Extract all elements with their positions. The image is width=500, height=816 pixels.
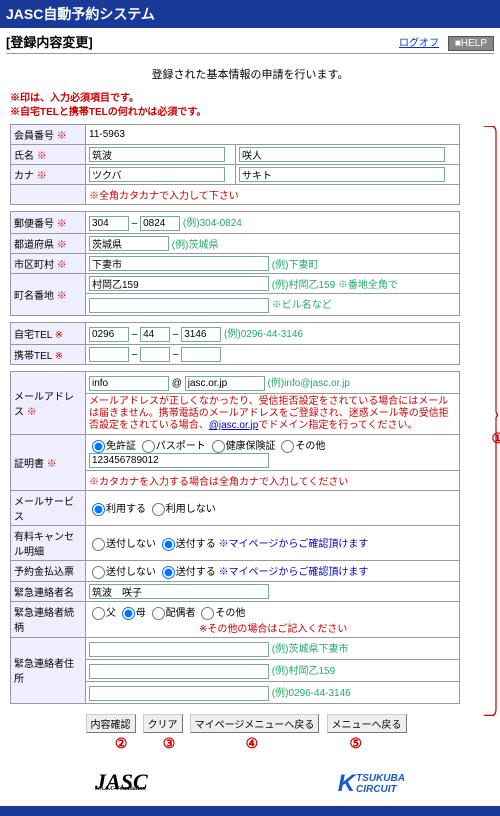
form-block-basic: 会員番号 ※ 11-5963 氏名 ※ カナ ※ ※全角カタカナで入力して下さい xyxy=(10,124,460,205)
input-telm2[interactable] xyxy=(140,347,170,362)
input-id-number[interactable] xyxy=(89,453,269,468)
input-mail-domain[interactable] xyxy=(185,376,265,391)
hint-emerg-pref: (例)茨城県下妻市 xyxy=(272,644,349,655)
input-city[interactable] xyxy=(89,256,269,271)
warning-tel: ※自宅TELと携帯TELの何れかは必須です。 xyxy=(10,106,490,120)
marker-1: ① xyxy=(491,430,500,447)
value-member-no: 11-5963 xyxy=(89,129,125,140)
marker-2: ② xyxy=(96,735,146,752)
hint-emerg-tel: (例)0296-44-3146 xyxy=(272,688,351,699)
input-postal2[interactable] xyxy=(140,216,180,231)
radio-pp-1[interactable] xyxy=(92,566,105,579)
input-building[interactable] xyxy=(89,298,269,313)
label-tel-mobile: 携帯TEL xyxy=(14,351,52,362)
input-telm3[interactable] xyxy=(181,347,221,362)
radio-rel-3[interactable] xyxy=(152,607,165,620)
radio-cd-2[interactable] xyxy=(162,538,175,551)
input-telh2[interactable] xyxy=(140,327,170,342)
input-pref[interactable] xyxy=(89,236,169,251)
radio-id-4[interactable] xyxy=(281,440,294,453)
radio-id-2[interactable] xyxy=(142,440,155,453)
label-emerg-name: 緊急連絡者名 xyxy=(14,588,74,599)
radio-rel-1[interactable] xyxy=(92,607,105,620)
mail-domain-link[interactable]: @jasc.or.jp xyxy=(209,420,259,431)
clear-button[interactable]: クリア xyxy=(143,714,183,733)
section-bracket xyxy=(484,126,498,716)
radio-id-1[interactable] xyxy=(92,440,105,453)
form-block-address: 郵便番号 ※ – (例)304-0824 都道府県 ※ (例)茨城県 市区町村 … xyxy=(10,211,460,316)
input-emerg-name[interactable] xyxy=(89,584,269,599)
input-emerg-addr[interactable] xyxy=(89,664,269,679)
page-subtitle: [登録内容変更] xyxy=(6,32,93,51)
label-city: 市区町村 xyxy=(14,260,54,271)
label-postal: 郵便番号 xyxy=(14,219,54,230)
radio-ms-2[interactable] xyxy=(152,503,165,516)
input-telm1[interactable] xyxy=(89,347,129,362)
label-cancel-detail: 有料キャンセル明細 xyxy=(14,532,74,558)
tsukuba-circuit-logo: K TSUKUBACIRCUIT xyxy=(338,770,405,798)
marker-4: ④ xyxy=(192,735,312,752)
hint-pref: (例)茨城県 xyxy=(172,240,219,251)
input-name-mei[interactable] xyxy=(239,147,445,162)
input-telh1[interactable] xyxy=(89,327,129,342)
label-kana: カナ xyxy=(14,171,34,182)
kana-note: ※全角カタカナで入力して下さい xyxy=(86,185,460,205)
warning-required: ※印は、入力必須項目です。 xyxy=(10,92,490,106)
label-name: 氏名 xyxy=(14,151,34,162)
jasc-logo: JASCJ.A.S.C Foundation xyxy=(95,775,148,792)
input-kana-mei[interactable] xyxy=(239,167,445,182)
logoff-link[interactable]: ログオフ xyxy=(399,38,439,49)
form-block-tel: 自宅TEL ※ – – (例)0296-44-3146 携帯TEL ※ – – xyxy=(10,322,460,365)
menu-button[interactable]: メニューへ戻る xyxy=(327,714,407,733)
form-block-mail: メールアドレス ※ @ (例)info@jasc.or.jp メールアドレスが正… xyxy=(10,371,460,704)
label-mail-service: メールサービス xyxy=(14,497,74,523)
rel-note: ※その他の場合はご記入ください xyxy=(199,624,347,635)
input-postal1[interactable] xyxy=(89,216,129,231)
cd-note: ※マイページからご確認頂けます xyxy=(219,539,369,550)
input-name-sei[interactable] xyxy=(89,147,225,162)
label-mail: メールアドレス xyxy=(14,392,74,418)
lead-text: 登録された基本情報の申請を行います。 xyxy=(0,54,500,92)
input-addr[interactable] xyxy=(89,276,269,291)
mail-note2: でドメイン指定を行ってください。 xyxy=(258,420,417,431)
input-telh3[interactable] xyxy=(181,327,221,342)
radio-rel-4[interactable] xyxy=(201,607,214,620)
hint-city: (例)下妻町 xyxy=(272,260,319,271)
footer-bar xyxy=(0,806,500,816)
hint-mail: (例)info@jasc.or.jp xyxy=(268,378,350,389)
radio-cd-1[interactable] xyxy=(92,538,105,551)
id-note: ※カタカナを入力する場合は全角カナで入力してください xyxy=(86,470,460,490)
help-button[interactable]: ■HELP xyxy=(448,36,494,51)
marker-3: ③ xyxy=(150,735,188,752)
hint-building: ※ビル名など xyxy=(272,300,332,311)
input-emerg-pref[interactable] xyxy=(89,642,269,657)
hint-addr: (例)村岡乙159 ※番地全角で xyxy=(272,280,398,291)
input-mail-local[interactable] xyxy=(89,376,169,391)
label-pref: 都道府県 xyxy=(14,240,54,251)
label-prepay: 予約金払込票 xyxy=(14,567,74,578)
pp-note: ※マイページからご確認頂けます xyxy=(219,567,369,578)
label-tel-home: 自宅TEL xyxy=(14,330,52,341)
hint-emerg-addr: (例)村岡乙159 xyxy=(272,666,335,677)
hint-postal: (例)304-0824 xyxy=(183,218,242,229)
label-emerg-addr: 緊急連絡者住所 xyxy=(14,659,74,685)
label-emerg-rel: 緊急連絡者続柄 xyxy=(14,608,74,634)
label-addr: 町名番地 xyxy=(14,291,54,302)
radio-ms-1[interactable] xyxy=(92,503,105,516)
radio-id-3[interactable] xyxy=(212,440,225,453)
confirm-button[interactable]: 内容確認 xyxy=(86,714,136,733)
marker-5: ⑤ xyxy=(316,735,396,752)
app-title: JASC自動予約システム xyxy=(0,0,500,28)
mypage-menu-button[interactable]: マイページメニューへ戻る xyxy=(190,714,320,733)
input-kana-sei[interactable] xyxy=(89,167,225,182)
radio-rel-2[interactable] xyxy=(122,607,135,620)
label-id-doc: 証明書 xyxy=(14,459,44,470)
hint-telh: (例)0296-44-3146 xyxy=(224,329,303,340)
radio-pp-2[interactable] xyxy=(162,566,175,579)
label-member-no: 会員番号 xyxy=(14,131,54,142)
input-emerg-tel[interactable] xyxy=(89,686,269,701)
